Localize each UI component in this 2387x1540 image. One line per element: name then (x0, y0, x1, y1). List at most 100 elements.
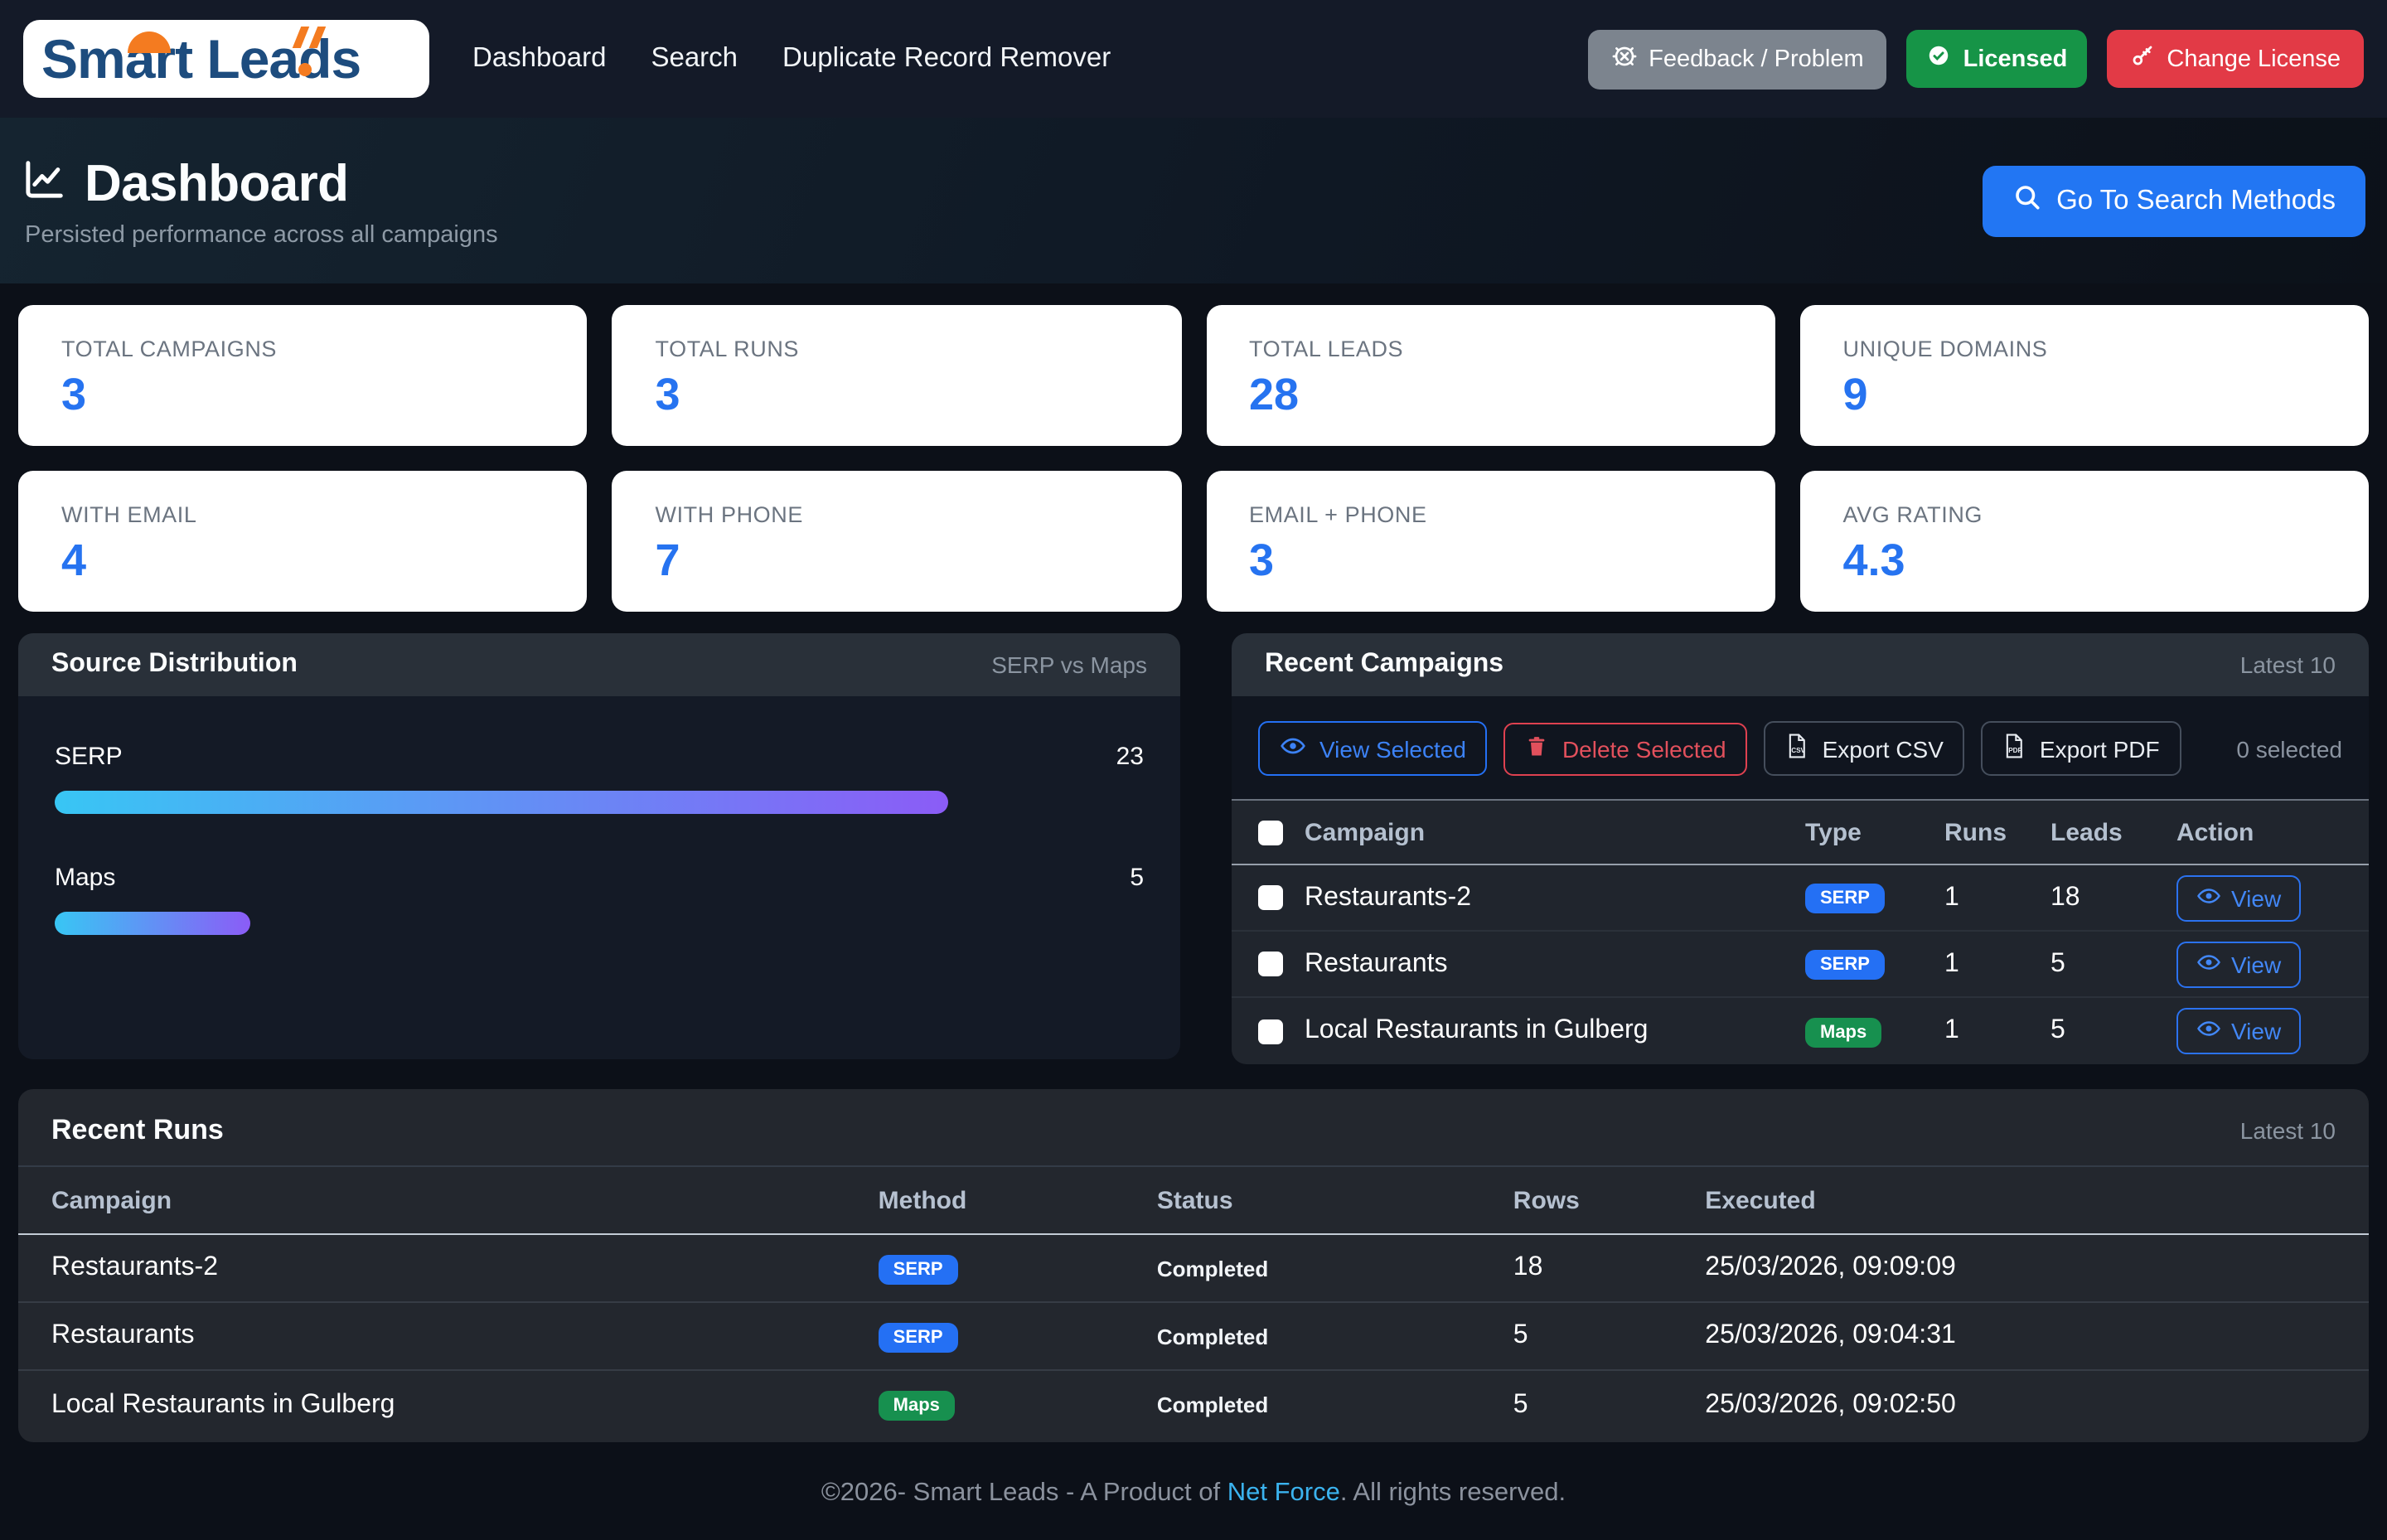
runs-count: 1 (1944, 1016, 2050, 1046)
search-icon (2012, 182, 2041, 220)
method-badge: SERP (879, 1254, 958, 1284)
go-to-search-methods-button[interactable]: Go To Search Methods (1982, 165, 2365, 236)
method-badge: SERP (879, 1322, 958, 1352)
change-license-label: Change License (2167, 46, 2341, 72)
stat-card-total-campaigns: TOTAL CAMPAIGNS 3 (18, 305, 588, 446)
dist-value: 5 (1130, 864, 1144, 892)
nav-link-duplicate-record-remover[interactable]: Duplicate Record Remover (782, 43, 1111, 75)
campaign-name: Restaurants (1305, 949, 1805, 979)
select-all-checkbox[interactable] (1258, 820, 1283, 845)
nav-link-search[interactable]: Search (651, 43, 738, 75)
nav-link-dashboard[interactable]: Dashboard (472, 43, 606, 75)
bug-icon (1610, 42, 1637, 75)
run-rows: 5 (1513, 1390, 1706, 1420)
type-badge: Maps (1805, 1017, 1881, 1047)
stat-value: 7 (656, 535, 1139, 587)
row-checkbox[interactable] (1258, 1019, 1283, 1044)
runs-count: 1 (1944, 883, 2050, 913)
recent-runs-header: Recent Runs Latest 10 (18, 1089, 2369, 1165)
file-csv-icon: CSV (1786, 733, 1809, 764)
export-csv-button[interactable]: CSV Export CSV (1765, 721, 1965, 776)
view-button[interactable]: View (2176, 941, 2301, 987)
logo-dot-accent (298, 63, 312, 76)
key-icon (2130, 43, 2155, 75)
dist-value: 23 (1116, 743, 1144, 771)
brand-logo[interactable]: Smart Leads (23, 20, 429, 98)
col-method: Method (879, 1186, 1157, 1214)
method-badge: Maps (879, 1391, 955, 1421)
footer: ©2026- Smart Leads - A Product of Net Fo… (18, 1479, 2369, 1509)
col-campaign: Campaign (51, 1186, 879, 1214)
run-rows: 5 (1513, 1321, 1706, 1351)
footer-text-prefix: ©2026- Smart Leads - A Product of (821, 1479, 1227, 1507)
dashboard-header-text: Dashboard Persisted performance across a… (22, 153, 498, 248)
view-label: View (2231, 1018, 2281, 1044)
col-leads: Leads (2050, 818, 2176, 846)
stat-value: 3 (1249, 535, 1732, 587)
run-executed: 25/03/2026, 09:04:31 (1705, 1321, 2336, 1351)
dist-bar-maps (55, 912, 251, 935)
page-title: Dashboard (85, 153, 348, 213)
view-label: View (2231, 884, 2281, 911)
run-status: Completed (1157, 1256, 1513, 1281)
top-navbar: Smart Leads Dashboard Search Duplicate R… (0, 0, 2387, 118)
delete-selected-button[interactable]: Delete Selected (1504, 722, 1748, 775)
row-checkbox[interactable] (1258, 885, 1283, 910)
row-checkbox[interactable] (1258, 952, 1283, 976)
stats-grid: TOTAL CAMPAIGNS 3 TOTAL RUNS 3 TOTAL LEA… (18, 305, 2369, 612)
svg-text:CSV: CSV (1792, 747, 1806, 754)
feedback-problem-label: Feedback / Problem (1649, 46, 1864, 72)
col-type: Type (1805, 818, 1944, 846)
campaign-name: Restaurants-2 (1305, 883, 1805, 913)
main-content: TOTAL CAMPAIGNS 3 TOTAL RUNS 3 TOTAL LEA… (0, 305, 2387, 1509)
stat-label: EMAIL + PHONE (1249, 502, 1732, 527)
licensed-badge: Licensed (1907, 30, 2088, 88)
eye-icon (2196, 883, 2221, 913)
run-row: Restaurants-2 SERP Completed 18 25/03/20… (18, 1235, 2369, 1303)
source-distribution-panel: Source Distribution SERP vs Maps SERP 23… (18, 633, 1180, 1059)
dist-label: SERP (55, 743, 123, 771)
dist-label: Maps (55, 864, 115, 892)
source-distribution-header: Source Distribution SERP vs Maps (18, 633, 1180, 696)
app-page: Smart Leads Dashboard Search Duplicate R… (0, 0, 2387, 1540)
col-action: Action (2176, 818, 2349, 846)
eye-icon (2196, 949, 2221, 979)
run-campaign: Restaurants-2 (51, 1253, 879, 1283)
source-distribution-subtitle: SERP vs Maps (991, 651, 1147, 678)
recent-runs-panel: Recent Runs Latest 10 Campaign Method St… (18, 1089, 2369, 1442)
delete-selected-label: Delete Selected (1562, 735, 1726, 762)
recent-campaigns-latest-label: Latest 10 (2240, 651, 2336, 678)
leads-count: 5 (2050, 1016, 2176, 1046)
go-to-search-methods-label: Go To Search Methods (2056, 185, 2336, 216)
export-pdf-button[interactable]: PDF Export PDF (1982, 721, 2181, 776)
run-status: Completed (1157, 1324, 1513, 1349)
change-license-button[interactable]: Change License (2107, 30, 2364, 88)
trash-icon (1526, 734, 1549, 763)
view-selected-label: View Selected (1319, 735, 1466, 762)
feedback-problem-button[interactable]: Feedback / Problem (1587, 29, 1887, 89)
view-button[interactable]: View (2176, 874, 2301, 921)
recent-campaigns-title: Recent Campaigns (1265, 650, 1503, 680)
chart-line-icon (22, 157, 66, 210)
view-button[interactable]: View (2176, 1008, 2301, 1054)
type-badge: SERP (1805, 950, 1885, 980)
view-selected-button[interactable]: View Selected (1258, 721, 1488, 776)
licensed-label: Licensed (1963, 46, 2068, 72)
campaign-name: Local Restaurants in Gulberg (1305, 1016, 1805, 1046)
type-badge: SERP (1805, 884, 1885, 913)
eye-icon (1280, 733, 1306, 764)
source-distribution-title: Source Distribution (51, 650, 298, 680)
stat-card-with-email: WITH EMAIL 4 (18, 471, 588, 612)
campaign-row: Local Restaurants in Gulberg Maps 1 5 Vi… (1232, 998, 2369, 1064)
stat-label: TOTAL RUNS (656, 337, 1139, 361)
runs-table-header: Campaign Method Status Rows Executed (18, 1165, 2369, 1235)
stat-label: UNIQUE DOMAINS (1843, 337, 2326, 361)
recent-runs-title: Recent Runs (51, 1114, 224, 1147)
stat-label: TOTAL LEADS (1249, 337, 1732, 361)
net-force-link[interactable]: Net Force (1227, 1479, 1340, 1507)
stat-card-avg-rating: AVG RATING 4.3 (1800, 471, 2370, 612)
svg-text:PDF: PDF (2009, 747, 2022, 754)
nav-links: Dashboard Search Duplicate Record Remove… (472, 43, 1111, 75)
dashboard-header: Dashboard Persisted performance across a… (0, 118, 2387, 283)
stat-card-with-phone: WITH PHONE 7 (612, 471, 1182, 612)
